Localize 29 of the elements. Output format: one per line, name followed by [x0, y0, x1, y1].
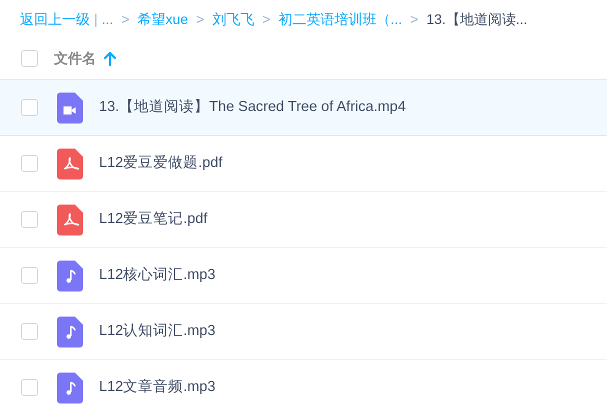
audio-file-icon — [57, 316, 83, 348]
select-all-checkbox[interactable] — [21, 50, 38, 67]
breadcrumb-ellipsis: ... — [102, 10, 114, 28]
breadcrumb-arrow: > — [410, 10, 418, 28]
breadcrumb-arrow: > — [196, 10, 204, 28]
file-name[interactable]: L12爱豆笔记.pdf — [99, 208, 208, 230]
video-file-icon — [57, 92, 83, 124]
file-name[interactable]: L12文章音频.mp3 — [99, 376, 216, 398]
file-name[interactable]: L12核心词汇.mp3 — [99, 264, 216, 286]
audio-file-icon — [57, 372, 83, 404]
sort-arrow-icon[interactable] — [104, 52, 116, 66]
pdf-file-icon — [57, 204, 83, 236]
audio-file-icon — [57, 260, 83, 292]
file-name[interactable]: L12爱豆爱做题.pdf — [99, 152, 222, 174]
column-header[interactable]: 文件名 — [54, 48, 96, 69]
breadcrumb-arrow: > — [262, 10, 270, 28]
row-checkbox[interactable] — [21, 379, 38, 396]
file-name[interactable]: L12认知词汇.mp3 — [99, 320, 216, 342]
row-checkbox[interactable] — [21, 323, 38, 340]
breadcrumb-divider: | — [94, 10, 98, 29]
file-name[interactable]: 13.【地道阅读】The Sacred Tree of Africa.mp4 — [99, 96, 406, 118]
breadcrumb-arrow: > — [121, 10, 130, 28]
breadcrumb-current: 13.【地道阅读... — [426, 10, 528, 28]
row-checkbox[interactable] — [21, 211, 38, 228]
row-checkbox[interactable] — [21, 155, 38, 172]
row-highlight[interactable]: 13.【地道阅读】The Sacred Tree of Africa.mp4 — [0, 80, 607, 136]
pdf-file-icon — [57, 148, 83, 180]
row-checkbox[interactable] — [21, 99, 38, 116]
row-checkbox[interactable] — [21, 267, 38, 284]
